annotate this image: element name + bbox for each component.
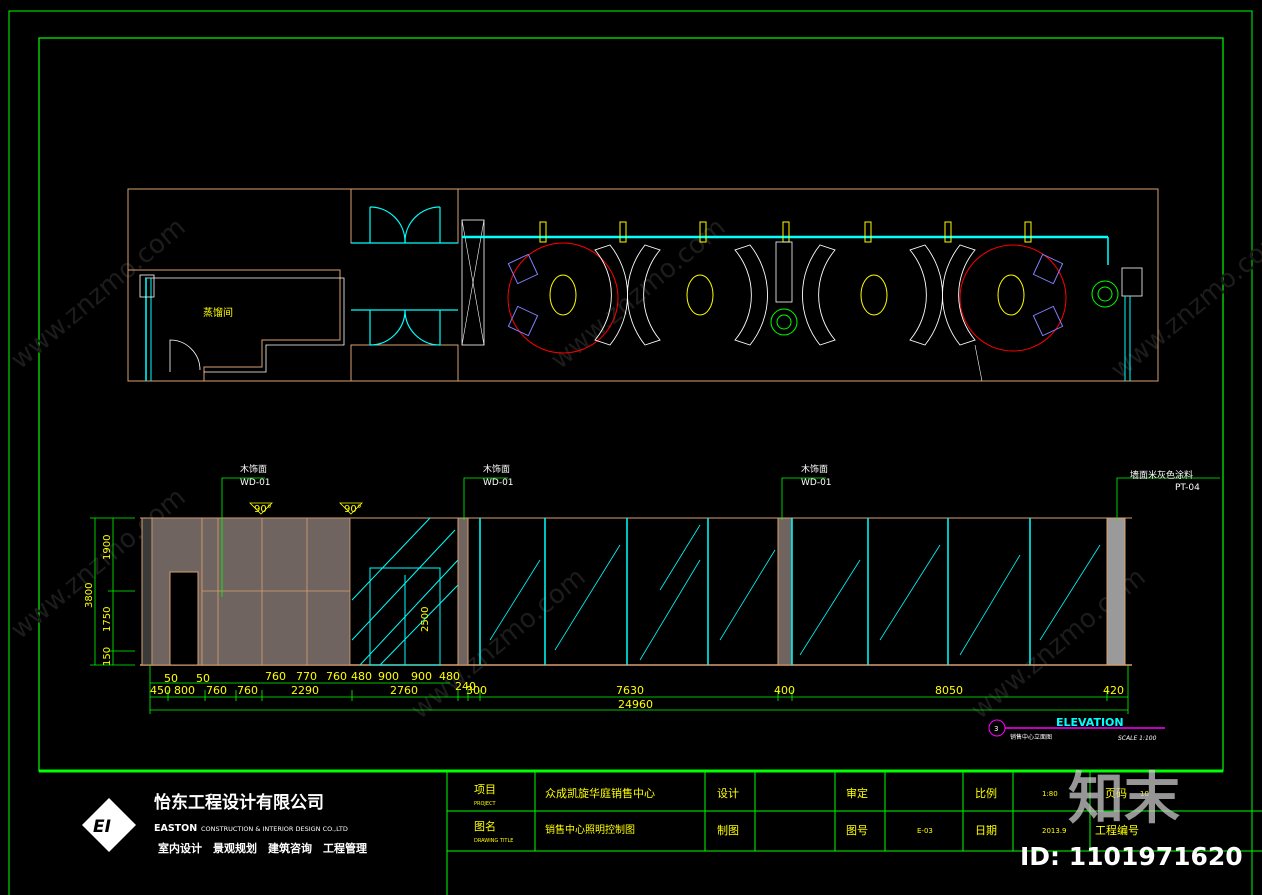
elevation-title: ELEVATION [1056, 716, 1124, 729]
dims-upper: 50 50 760 770 760 480 900 900 480 [164, 670, 460, 685]
v-dim: 1900 [102, 535, 113, 560]
glass-door-bottom [351, 309, 458, 346]
drawing-name: 销售中心照明控制图 [545, 823, 635, 836]
dim-lower: 7630 [616, 684, 644, 697]
project-label: 项目 [474, 783, 496, 796]
company-name-cn: 怡东工程设计有限公司 [154, 792, 324, 813]
angle-label: 90° [254, 504, 272, 515]
plan-wall [128, 269, 341, 381]
plan-wall-inner [145, 277, 345, 373]
elevation-caption: 销售中心立面图 [1010, 733, 1052, 741]
date-value: 2013.9 [1042, 827, 1067, 835]
dim-lower: 2760 [390, 684, 418, 697]
drawing-no: E-03 [917, 827, 933, 835]
design-label: 设计 [717, 787, 739, 800]
scale-label: 比例 [975, 786, 997, 800]
dim-lower: 8050 [935, 684, 963, 697]
v-dim: 3800 [84, 583, 95, 608]
callout-line2: PT-04 [1175, 483, 1200, 493]
elevation: 90° 90° 2500 木饰面 WD-01 木饰面 WD-01 木饰面 WD-… [84, 463, 1220, 742]
angle-label: 90° [344, 504, 362, 515]
drawing-label-en: DRAWING TITLE [474, 838, 513, 844]
date-label: 日期 [975, 824, 997, 837]
dim-lower: 420 [1103, 684, 1124, 697]
logo-mark: EI [93, 817, 111, 837]
callout-line2: WD-01 [483, 478, 514, 488]
dim-lower: 760 [237, 684, 258, 697]
callout-line1: 木饰面 [483, 463, 510, 475]
column [1121, 267, 1143, 297]
dim-lower: 760 [206, 684, 227, 697]
callout-line1: 木饰面 [240, 463, 267, 475]
scale-value: 1:80 [1042, 790, 1058, 798]
zone-circle [959, 244, 1067, 352]
wall-section [141, 517, 153, 666]
callout-line1: 墙面米灰色涂料 [1130, 469, 1193, 481]
dim-upper: 770 [296, 670, 317, 683]
plants [770, 280, 1119, 336]
drawing-sheet: www.znzmo.com www.znzmo.com www.znzmo.co… [5, 10, 1262, 895]
pendant-lights [539, 221, 1032, 243]
wood-column [457, 517, 469, 666]
dim-upper: 760 [326, 670, 347, 683]
project-label-en: PROJECT [474, 801, 497, 807]
plan-line [974, 344, 983, 382]
callout-line2: WD-01 [801, 478, 832, 488]
watermark-brand: 知末 [1068, 767, 1180, 832]
plan-wall [350, 344, 459, 381]
project-name: 众成凯旋华庭销售中心 [545, 786, 655, 800]
v-dim: 150 [102, 647, 113, 666]
watermark-site: www.znzmo.com [1105, 222, 1262, 385]
dim-upper: 760 [265, 670, 286, 683]
door-opening [169, 571, 199, 666]
watermark-id: ID: 1101971620 [1020, 842, 1243, 871]
company-name-en-bold: EASTON [154, 823, 197, 834]
dim-lower: 450 [150, 684, 171, 697]
dim-lower: 800 [174, 684, 195, 697]
elevation-scale: SCALE 1:100 [1118, 735, 1157, 742]
door-swing [169, 339, 201, 372]
glass-door-elevation [351, 517, 459, 666]
glass-door-top [351, 206, 458, 244]
dim-lower: 400 [774, 684, 795, 697]
display-stand [775, 241, 793, 303]
company-name-en: CONSTRUCTION & INTERIOR DESIGN CO.,LTD [201, 825, 348, 833]
wood-panel [201, 517, 351, 666]
drawing-no-label: 图号 [846, 824, 868, 837]
room-label: 蒸馏间 [203, 306, 233, 319]
title-number: 3 [994, 725, 998, 733]
title-cells: 项目 PROJECT 众成凯旋华庭销售中心 图名 DRAWING TITLE 销… [474, 783, 1149, 844]
callout-line1: 木饰面 [801, 463, 828, 475]
wood-column [777, 517, 793, 666]
door-height-dim: 2500 [420, 607, 431, 632]
dim-lower: 2290 [291, 684, 319, 697]
dim-upper: 480 [351, 670, 372, 683]
callouts: 木饰面 WD-01 木饰面 WD-01 木饰面 WD-01 墙面米灰色涂料 PT… [240, 463, 1200, 493]
dim-lower: 300 [466, 684, 487, 697]
paint-column [1106, 517, 1126, 666]
draft-label: 制图 [717, 824, 739, 837]
dim-upper: 900 [411, 670, 432, 683]
company-services: 室内设计 景观规划 建筑咨询 工程管理 [158, 841, 367, 855]
dim-total: 24960 [618, 698, 653, 711]
v-dim: 1750 [102, 607, 113, 632]
callout-line2: WD-01 [240, 478, 271, 488]
outer-border [8, 10, 1253, 895]
review-label: 审定 [846, 786, 868, 800]
watermark-site: www.znzmo.com [5, 212, 191, 375]
dim-upper: 900 [378, 670, 399, 683]
drawing-label: 图名 [474, 819, 496, 833]
